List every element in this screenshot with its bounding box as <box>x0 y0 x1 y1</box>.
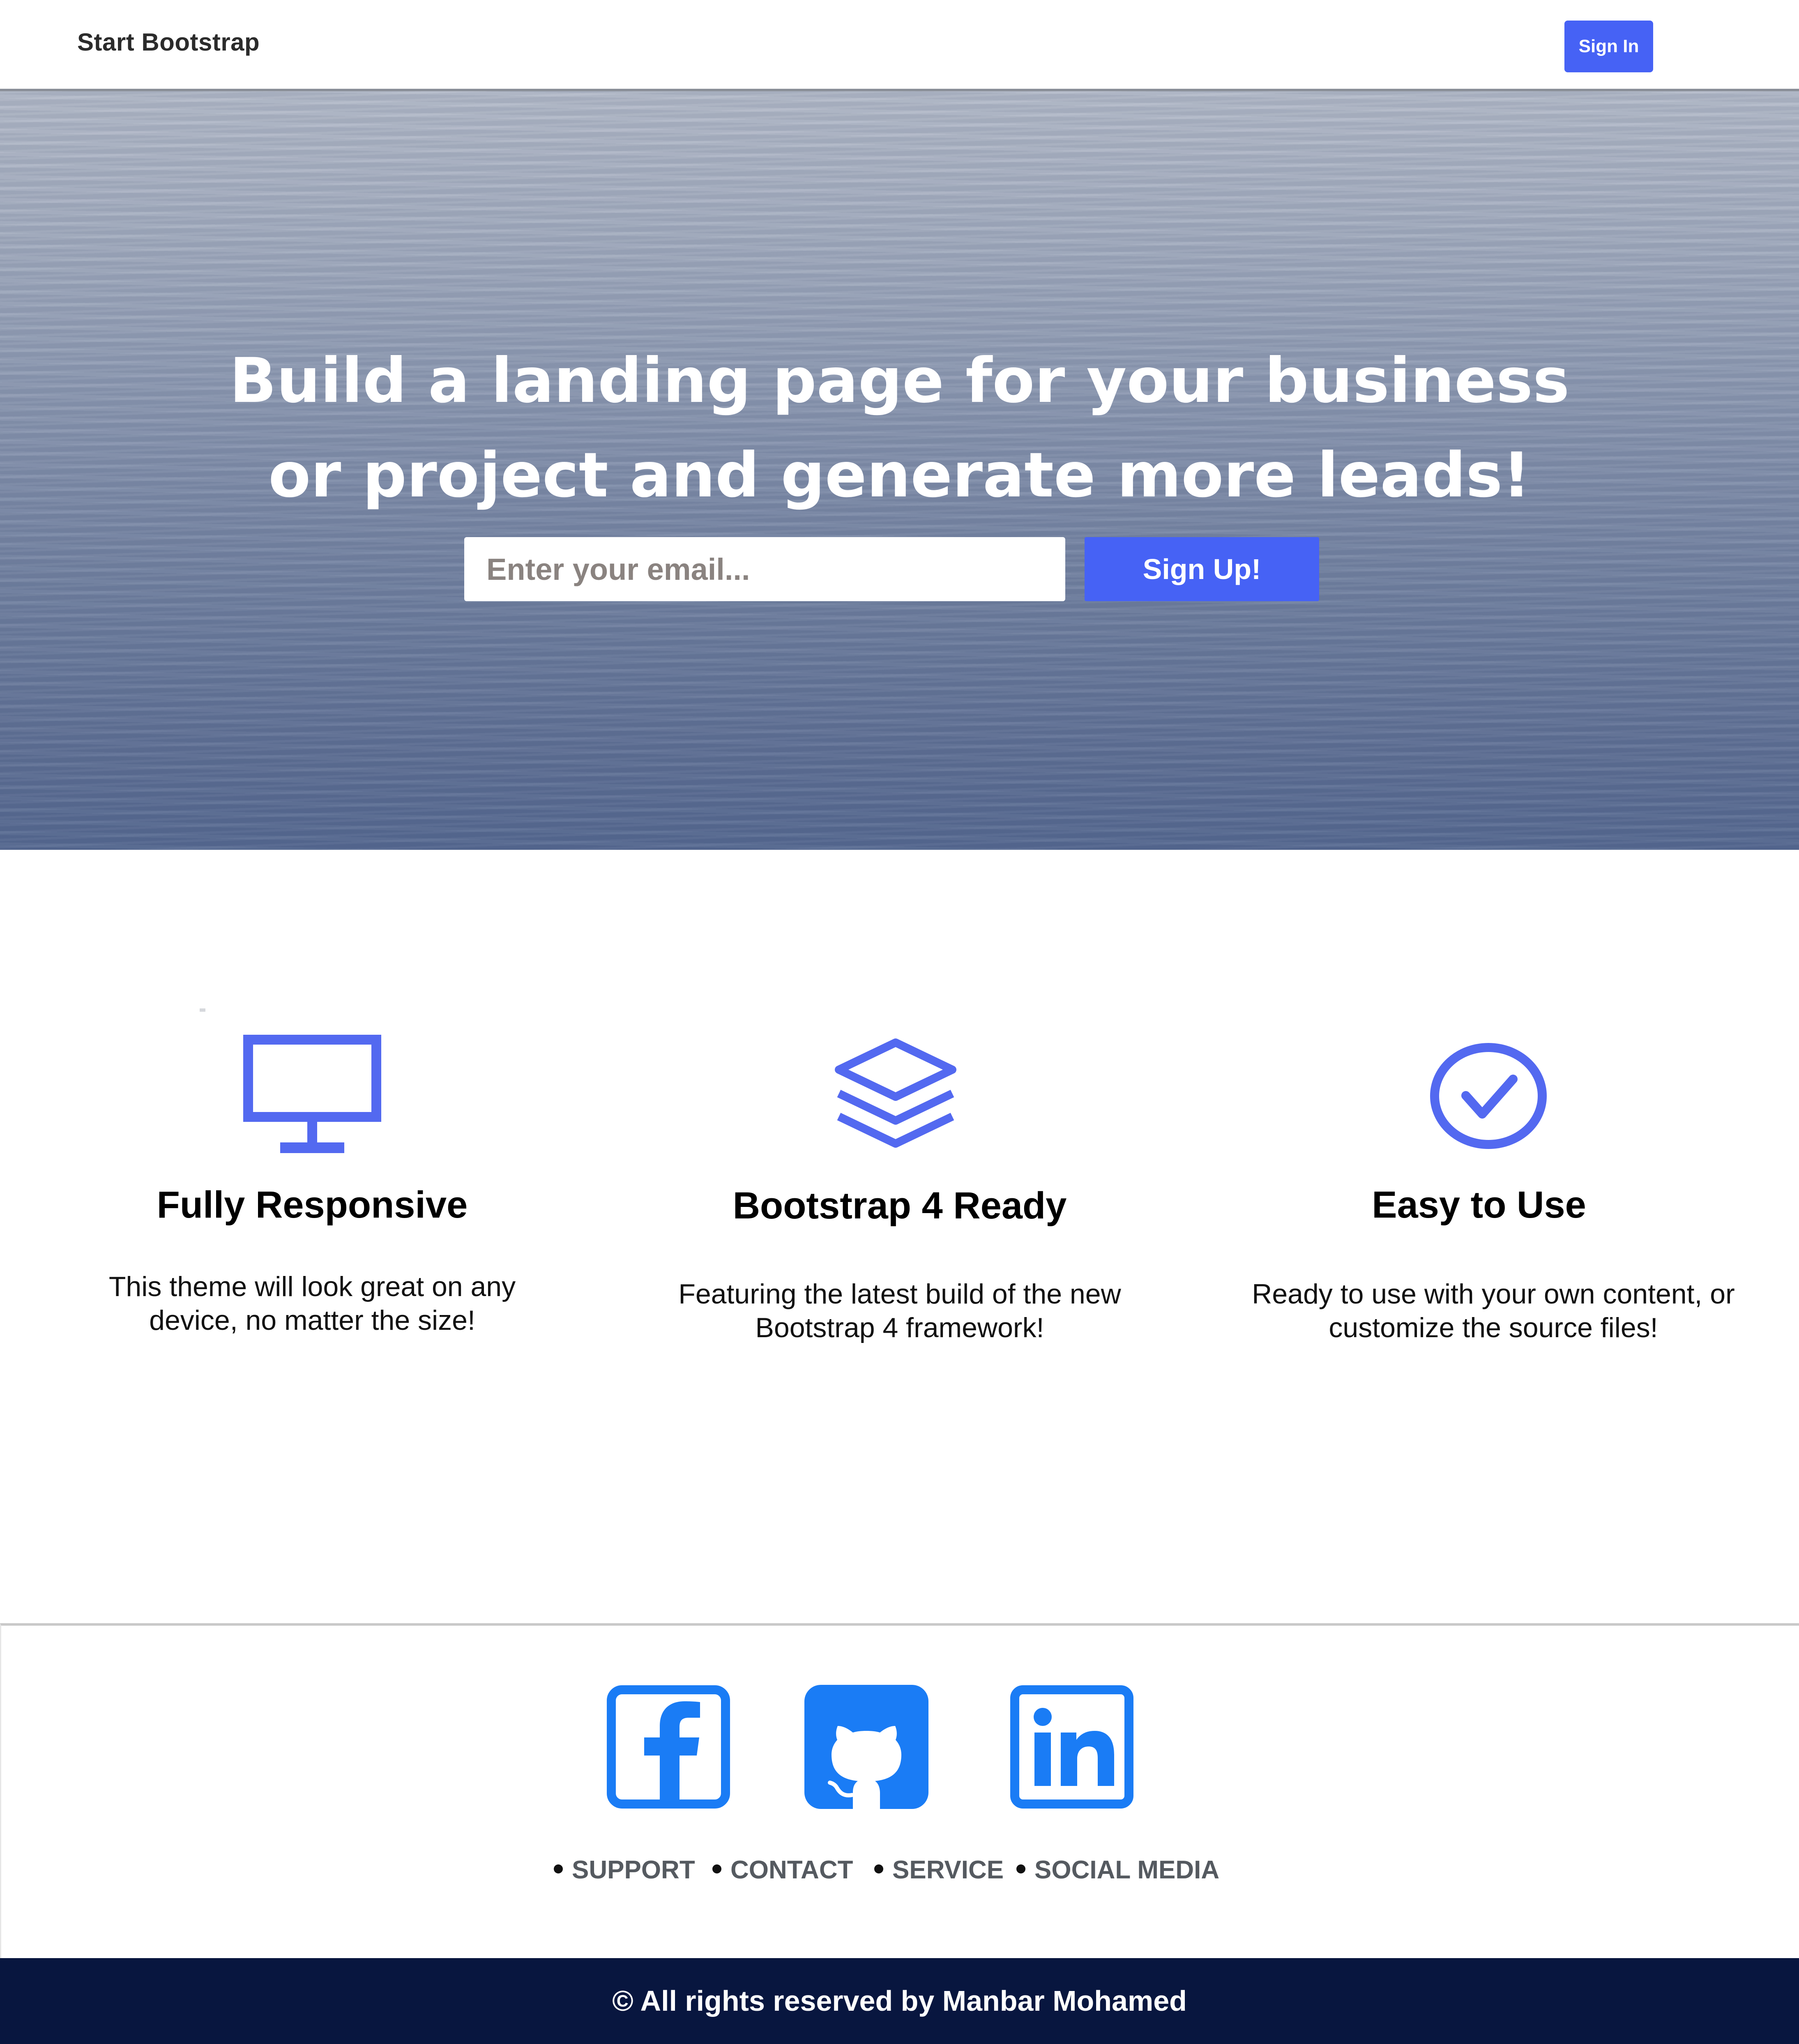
sign-in-button[interactable]: Sign In <box>1564 21 1653 72</box>
navbar: Start Bootstrap Sign In <box>0 0 1799 91</box>
feature-description-line-2: customize the source files! <box>1329 1312 1658 1343</box>
copyright-bar: © All rights reserved by Manbar Mohamed <box>0 1958 1799 2044</box>
feature-title: Easy to Use <box>1372 1184 1586 1226</box>
feature-title: Bootstrap 4 Ready <box>732 1185 1067 1227</box>
monitor-icon <box>243 1035 381 1153</box>
feature-description-line-2: Bootstrap 4 framework! <box>755 1312 1044 1343</box>
footer-link-contact[interactable]: CONTACT <box>712 1855 853 1885</box>
bullet-icon <box>554 1864 563 1873</box>
check-circle-icon <box>1430 1043 1547 1149</box>
feature-description-line-1: This theme will look great on any <box>108 1271 516 1302</box>
feature-description: This theme will look great on any device… <box>53 1270 571 1337</box>
facebook-icon <box>607 1685 730 1809</box>
email-input[interactable] <box>464 537 1065 601</box>
hero-title-line-2: or project and generate more leads! <box>268 440 1531 511</box>
footer-link-service[interactable]: SERVICE <box>874 1855 1004 1885</box>
layers-icon <box>835 1038 956 1148</box>
feature-description: Featuring the latest build of the new Bo… <box>612 1277 1187 1345</box>
hero-title: Build a landing page for your business o… <box>0 334 1799 523</box>
github-icon <box>804 1685 928 1809</box>
copyright-text: © All rights reserved by Manbar Mohamed <box>612 1985 1187 2017</box>
sign-up-button[interactable]: Sign Up! <box>1085 537 1319 601</box>
footer-link-label: SOCIAL MEDIA <box>1034 1856 1220 1884</box>
footer-link-label: CONTACT <box>730 1856 853 1884</box>
bullet-icon <box>712 1864 721 1873</box>
feature-description-line-2: device, no matter the size! <box>149 1305 475 1336</box>
footer-link-label: SERVICE <box>892 1856 1004 1884</box>
decorative-dot <box>200 1008 205 1012</box>
linkedin-icon <box>1010 1685 1133 1809</box>
feature-description-line-1: Ready to use with your own content, or <box>1252 1278 1735 1310</box>
feature-title: Fully Responsive <box>157 1184 468 1226</box>
bullet-icon <box>874 1864 883 1873</box>
footer-link-support[interactable]: SUPPORT <box>554 1855 695 1885</box>
feature-description-line-1: Featuring the latest build of the new <box>678 1278 1121 1310</box>
hero-title-line-1: Build a landing page for your business <box>229 345 1570 417</box>
footer-link-social-media[interactable]: SOCIAL MEDIA <box>1016 1855 1219 1885</box>
bullet-icon <box>1016 1864 1025 1873</box>
feature-description: Ready to use with your own content, or c… <box>1216 1277 1771 1345</box>
brand-logo-text[interactable]: Start Bootstrap <box>77 28 260 56</box>
footer-link-label: SUPPORT <box>572 1856 695 1884</box>
footer-nav: SUPPORT CONTACT SERVICE SOCIAL MEDIA <box>0 1855 1799 1888</box>
hero-section: Build a landing page for your business o… <box>0 91 1799 850</box>
